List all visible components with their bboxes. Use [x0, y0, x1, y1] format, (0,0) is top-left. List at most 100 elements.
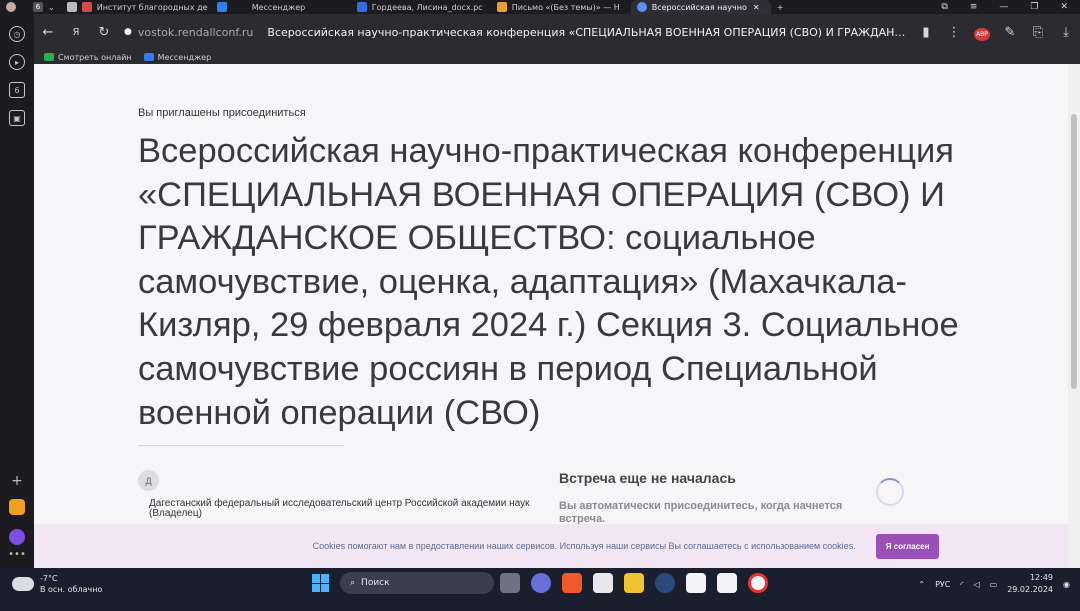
file-icon-2[interactable] — [717, 573, 737, 593]
wallet-icon[interactable] — [9, 499, 25, 515]
search-icon: ⌕ — [350, 578, 356, 588]
adblock-icon[interactable]: ABP — [968, 25, 996, 41]
clock[interactable]: 12:49 29.02.2024 — [1007, 572, 1053, 596]
address-bar[interactable]: ● vostok.rendallconf.ru Всероссийская на… — [124, 21, 906, 43]
wifi-icon[interactable]: ◜ — [960, 580, 963, 589]
alice-icon[interactable] — [9, 529, 25, 545]
restore-icon[interactable]: ❐ — [1030, 2, 1038, 12]
history-icon[interactable]: ◷ — [9, 26, 25, 42]
conference-icon — [636, 2, 647, 12]
new-tab-button[interactable]: + — [771, 0, 790, 14]
brave-icon[interactable] — [562, 573, 582, 593]
tab-label: Гордеева, Лисина_docx.pc — [371, 2, 483, 12]
notification-icon[interactable]: ◉ — [1063, 580, 1070, 589]
taskbar-apps — [500, 573, 768, 593]
screenshot-icon[interactable]: ▣ — [9, 110, 25, 126]
play-icon[interactable]: ▸ — [9, 54, 25, 70]
tab-bar: 6 ⌄ Институт благородных де Мессенджер Го… — [0, 0, 1080, 14]
vk-icon — [356, 2, 367, 12]
counter-icon[interactable]: 6 — [9, 82, 25, 98]
menu-icon[interactable]: ≡ — [970, 2, 978, 12]
task-view-icon[interactable] — [500, 573, 520, 593]
yandex-icon[interactable]: Я — [62, 27, 90, 38]
more-icon[interactable]: ••• — [8, 549, 26, 560]
volume-icon[interactable]: ◁ — [973, 580, 979, 589]
minimize-icon[interactable]: — — [999, 2, 1008, 12]
download-icon[interactable]: ⤓ — [1052, 25, 1080, 40]
bookmark-label: Смотреть онлайн — [58, 52, 132, 62]
folder-icon[interactable] — [624, 573, 644, 593]
tab-counter[interactable]: 6 ⌄ — [27, 0, 61, 14]
tab-label: Всероссийская научно — [651, 2, 747, 12]
invite-label: Вы приглашены присоединиться — [138, 107, 306, 119]
close-window-icon[interactable]: ✕ — [1060, 2, 1068, 12]
battery-icon[interactable]: ▭ — [990, 580, 998, 589]
extension-icon[interactable]: ✎ — [996, 25, 1024, 40]
scrollbar[interactable] — [1068, 64, 1080, 568]
cloud-icon — [12, 577, 34, 591]
clock-time: 12:49 — [1029, 573, 1054, 582]
tab-conference[interactable]: Всероссийская научно ✕ — [630, 0, 771, 14]
clock-date: 29.02.2024 — [1007, 585, 1054, 594]
chevron-up-icon[interactable]: ⌃ — [918, 580, 925, 589]
flag-icon — [81, 2, 92, 12]
page-content: Вы приглашены присоединиться Всероссийск… — [34, 64, 1068, 568]
address-host: vostok.rendallconf.ru — [137, 25, 254, 39]
address-title: Всероссийская научно-практическая конфер… — [267, 25, 906, 39]
page-title: Всероссийская научно-практическая конфер… — [138, 132, 959, 432]
yandex-browser-icon[interactable] — [748, 573, 768, 593]
collections-icon[interactable]: ⧉ — [941, 2, 947, 12]
file-icon[interactable] — [686, 573, 706, 593]
host-name: Дагестанский федеральный исследовательск… — [149, 498, 530, 519]
bookmark-messenger[interactable]: Мессенджер — [143, 52, 212, 62]
taskbar: -7°C В осн. облачно ⌕ Поиск ⌃ РУС ◜ ◁ ▭ 12… — [0, 568, 1080, 611]
tab-label: Институт благородных де — [96, 2, 208, 12]
weather-widget[interactable]: -7°C В осн. облачно — [12, 573, 102, 595]
search-placeholder: Поиск — [361, 578, 390, 588]
cookie-text: Cookies помогают нам в предоставлении на… — [312, 541, 856, 551]
cookie-banner: Cookies помогают нам в предоставлении на… — [34, 524, 1068, 568]
translate-icon[interactable]: ⎘ — [1024, 25, 1052, 40]
tab-document[interactable]: Гордеева, Лисина_docx.pc — [351, 0, 491, 14]
bookmark-label: Мессенджер — [157, 52, 212, 62]
scroll-thumb[interactable] — [1071, 114, 1077, 389]
bookmarks-bar: Смотреть онлайн Мессенджер — [34, 50, 1080, 64]
tab-label: Мессенджер — [251, 2, 306, 12]
tab-mail[interactable]: Письмо «(Без темы)» — Н — [491, 0, 631, 14]
weather-desc: В осн. облачно — [40, 585, 103, 594]
tab-label: Письмо «(Без темы)» — Н — [511, 2, 620, 12]
tab-messenger[interactable]: Мессенджер — [211, 0, 351, 14]
avatar: Д — [138, 470, 159, 491]
close-icon[interactable]: ✕ — [753, 3, 760, 12]
store-icon[interactable] — [593, 573, 613, 593]
bookmark-icon — [44, 53, 54, 61]
steam-icon[interactable] — [655, 573, 675, 593]
chevron-down-icon[interactable]: ⌄ — [48, 3, 55, 12]
accept-cookies-button[interactable]: Я согласен — [875, 533, 940, 559]
more-vertical-icon[interactable]: ⋮ — [940, 25, 968, 40]
bookmark-watch-online[interactable]: Смотреть онлайн — [44, 53, 132, 62]
back-icon[interactable]: ← — [34, 25, 62, 40]
loading-spinner-icon — [876, 478, 904, 506]
add-icon[interactable]: + — [11, 473, 23, 489]
language-indicator[interactable]: РУС — [935, 580, 950, 589]
taskbar-search[interactable]: ⌕ Поиск — [340, 572, 494, 594]
adblock-badge: ABP — [974, 27, 990, 41]
page-icon — [66, 2, 77, 12]
tab-group-icon: 6 — [33, 2, 43, 12]
system-tray: ⌃ РУС ◜ ◁ ▭ 12:49 29.02.2024 ◉ — [918, 572, 1070, 596]
weather-temp: -7°C — [40, 574, 58, 583]
meeting-note: Вы автоматически присоединитесь, когда н… — [559, 500, 843, 525]
meeting-status: Встреча еще не началась — [559, 470, 736, 486]
profile-avatar — [6, 2, 16, 12]
reload-icon[interactable]: ↻ — [90, 25, 118, 40]
windows-start-icon[interactable] — [312, 574, 330, 592]
tab-institute[interactable]: Институт благородных де — [61, 0, 211, 14]
lock-icon: ● — [124, 27, 132, 37]
divider — [138, 445, 344, 446]
vk-icon — [143, 53, 154, 61]
bookmark-icon[interactable]: ▮ — [912, 25, 940, 40]
browser-toolbar: ← Я ↻ ● vostok.rendallconf.ru Всероссийс… — [34, 14, 1080, 50]
meet-icon[interactable] — [531, 573, 551, 593]
tab-profile[interactable] — [0, 0, 27, 14]
